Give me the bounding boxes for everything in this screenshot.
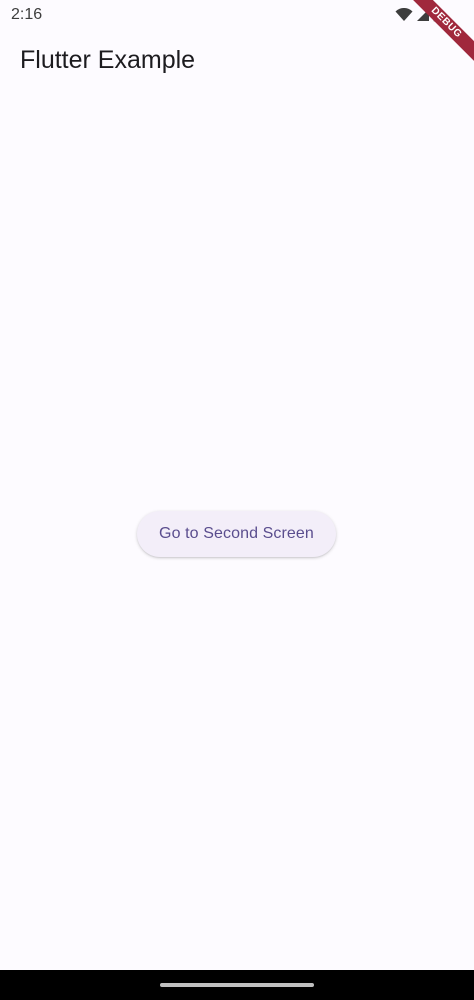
- battery-icon: [433, 7, 442, 27]
- system-navigation-bar: [0, 970, 474, 1000]
- gesture-handle[interactable]: [160, 983, 314, 987]
- go-to-second-screen-button[interactable]: Go to Second Screen: [137, 511, 336, 557]
- app-screen: 2:16 DEBUG Flutter Example Go to Second …: [0, 0, 474, 1000]
- status-icons: [395, 7, 442, 27]
- status-time: 2:16: [11, 6, 43, 23]
- app-bar: Flutter Example: [0, 30, 474, 94]
- wifi-icon: [395, 7, 413, 27]
- go-to-second-screen-button-label: Go to Second Screen: [159, 525, 314, 542]
- cell-signal-icon: [416, 8, 430, 27]
- app-bar-title: Flutter Example: [20, 46, 196, 74]
- status-bar: 2:16: [0, 0, 474, 30]
